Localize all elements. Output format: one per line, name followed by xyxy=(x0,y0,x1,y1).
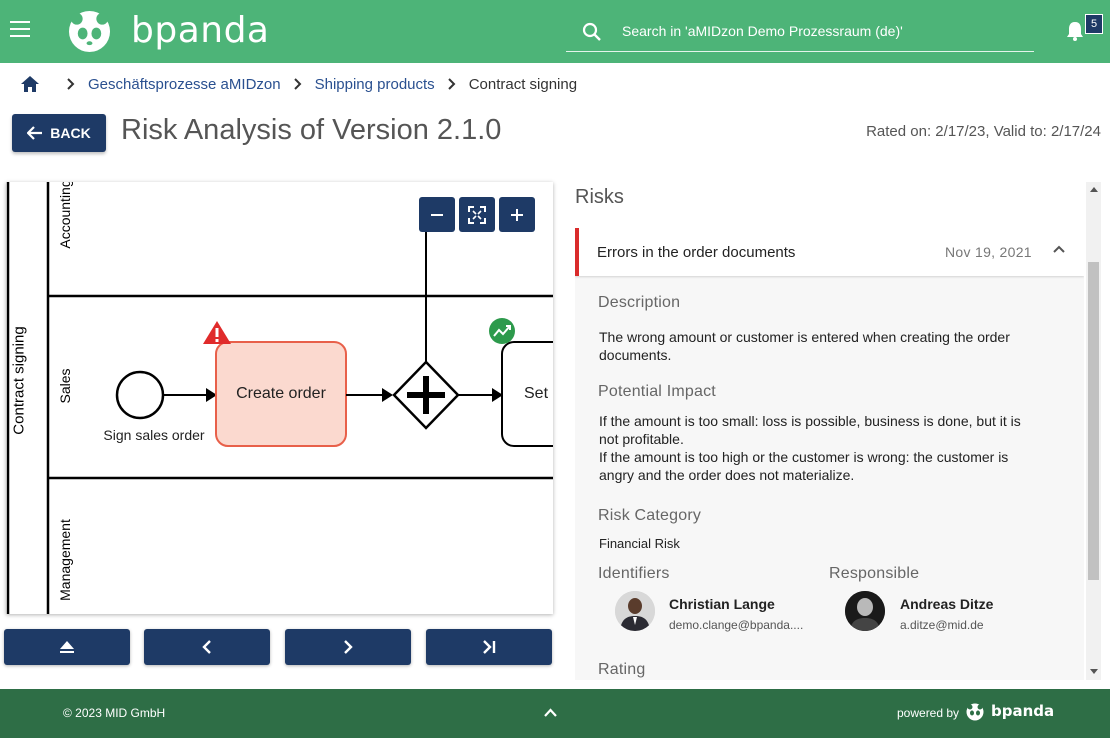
breadcrumb: Geschäftsprozesse aMIDzon Shipping produ… xyxy=(20,72,577,96)
start-event[interactable] xyxy=(115,370,165,420)
description-text: The wrong amount or customer is entered … xyxy=(599,329,1010,363)
menu-icon[interactable] xyxy=(10,21,30,37)
breadcrumb-item[interactable]: Shipping products xyxy=(315,76,435,93)
warning-icon[interactable] xyxy=(203,321,231,344)
person-photo-icon xyxy=(615,591,655,631)
back-button-label: BACK xyxy=(50,125,91,141)
back-button[interactable]: BACK xyxy=(12,114,106,152)
identifier-name: Christian Lange xyxy=(669,596,775,612)
scroll-thumb[interactable] xyxy=(1088,262,1099,580)
skip-to-end-button[interactable] xyxy=(426,629,552,665)
zoom-in-icon xyxy=(511,208,523,221)
chevron-up-icon[interactable] xyxy=(1053,245,1065,253)
scrollbar[interactable] xyxy=(1086,182,1101,680)
avatar xyxy=(845,591,885,631)
chevron-right-icon xyxy=(293,78,302,90)
zoom-out-button[interactable] xyxy=(419,197,455,232)
next-button[interactable] xyxy=(285,629,411,665)
rating-label: Rating xyxy=(598,661,646,678)
zoom-in-button[interactable] xyxy=(499,197,535,232)
lane-label-accounting: Accounting xyxy=(57,182,73,249)
previous-button[interactable] xyxy=(144,629,270,665)
search-input[interactable] xyxy=(622,20,1022,42)
home-icon[interactable] xyxy=(20,75,40,93)
breadcrumb-current: Contract signing xyxy=(468,75,578,93)
lane-label-sales: Sales xyxy=(57,368,73,404)
risk-title: Errors in the order documents xyxy=(597,244,796,261)
pool-label: Contract signing xyxy=(10,326,28,435)
chevron-right-icon xyxy=(344,640,353,654)
risk-card: Errors in the order documents Nov 19, 20… xyxy=(575,228,1084,680)
identifiers-label: Identifiers xyxy=(598,565,670,582)
risk-date: Nov 19, 2021 xyxy=(945,244,1032,260)
footer: © 2023 MID GmbH powered by bpanda xyxy=(0,689,1110,738)
chevron-right-icon xyxy=(67,78,75,90)
chevron-left-icon xyxy=(202,640,211,654)
task-label: Create order xyxy=(236,385,326,402)
responsible-email[interactable]: a.ditze@mid.de xyxy=(900,618,984,632)
skip-to-end-icon xyxy=(483,640,496,654)
risk-header[interactable]: Errors in the order documents Nov 19, 20… xyxy=(575,228,1084,276)
process-diagram[interactable]: Contract signing Accounting Sales Manage… xyxy=(6,182,553,614)
impact-text-2: If the amount is too high or the custome… xyxy=(599,449,1009,483)
eject-icon xyxy=(60,641,74,653)
start-event-label: Sign sales order xyxy=(103,427,205,443)
category-label: Risk Category xyxy=(598,507,702,524)
responsible-name: Andreas Ditze xyxy=(900,596,994,612)
powered-by: powered by xyxy=(897,706,960,720)
risks-heading: Risks xyxy=(575,186,624,208)
panda-logo-icon[interactable] xyxy=(68,10,111,53)
arrow-left-icon xyxy=(27,126,43,140)
responsible-label: Responsible xyxy=(829,565,920,582)
eject-button[interactable] xyxy=(4,629,130,665)
impact-label: Potential Impact xyxy=(598,383,716,400)
breadcrumb-item[interactable]: Geschäftsprozesse aMIDzon xyxy=(88,76,281,93)
brand-name: bpanda xyxy=(131,10,270,51)
fit-screen-button[interactable] xyxy=(459,197,495,232)
description-label: Description xyxy=(598,294,681,311)
zoom-out-icon xyxy=(431,213,443,216)
notification-badge: 5 xyxy=(1085,14,1103,34)
page-title: Risk Analysis of Version 2.1.0 xyxy=(121,114,502,146)
search-icon[interactable] xyxy=(582,22,602,42)
impact-text-1: If the amount is too small: loss is poss… xyxy=(599,413,1021,447)
category-text: Financial Risk xyxy=(599,536,680,551)
search-bar[interactable] xyxy=(566,12,1034,52)
rating-validity: Rated on: 2/17/23, Valid to: 2/17/24 xyxy=(866,123,1101,140)
scroll-up-icon[interactable] xyxy=(1090,187,1098,192)
footer-brand: bpanda xyxy=(991,702,1055,720)
person-photo-icon xyxy=(845,591,885,631)
lane-label-management: Management xyxy=(57,519,73,601)
scroll-down-icon[interactable] xyxy=(1090,669,1098,674)
top-bar: bpanda 5 xyxy=(0,0,1110,63)
panda-logo-icon xyxy=(966,703,984,721)
chevron-up-icon[interactable] xyxy=(544,708,557,717)
trend-up-icon[interactable] xyxy=(489,318,515,344)
copyright: © 2023 MID GmbH xyxy=(63,706,166,720)
avatar xyxy=(615,591,655,631)
next-task-label: Set xyxy=(524,385,549,402)
fit-screen-icon xyxy=(468,205,486,224)
chevron-right-icon xyxy=(447,78,456,90)
identifier-email[interactable]: demo.clange@bpanda.... xyxy=(669,618,803,632)
notification-bell-icon[interactable] xyxy=(1064,20,1086,42)
